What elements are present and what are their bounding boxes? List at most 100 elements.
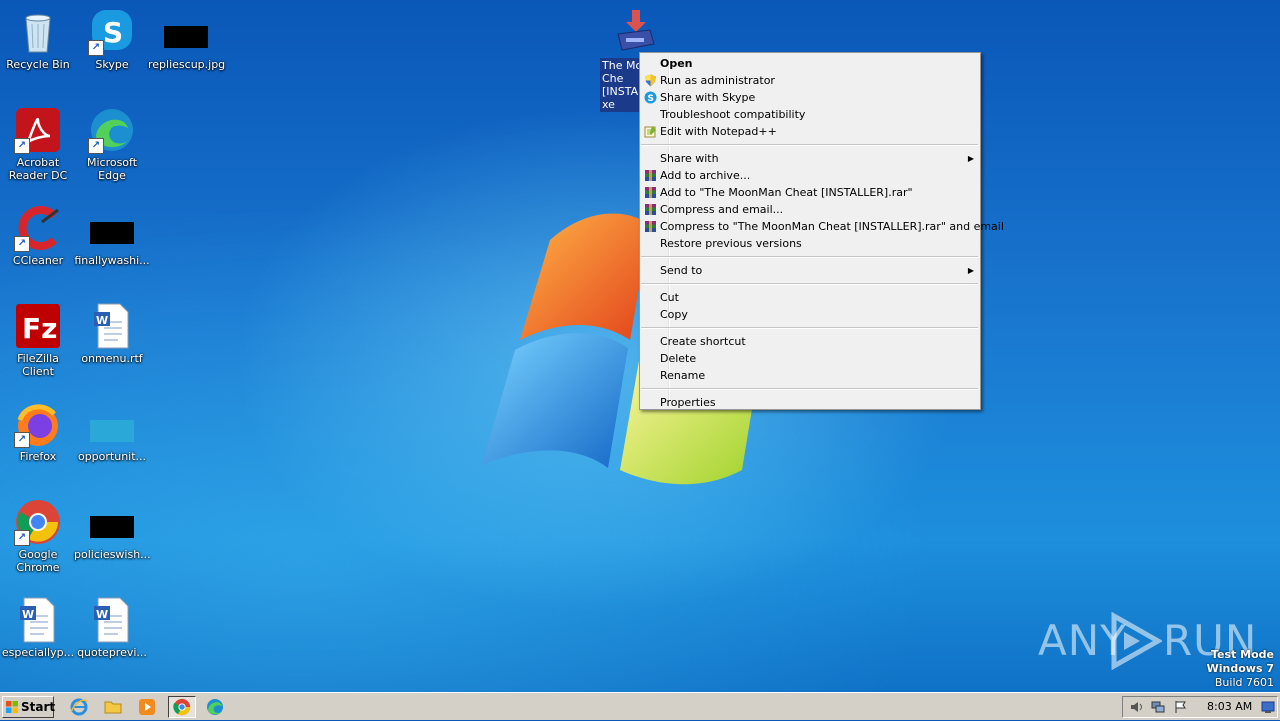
desktop-icon-repliescup[interactable]: repliescup.jpg — [148, 8, 226, 71]
desktop-icon-label: quoteprevi... — [77, 646, 147, 659]
system-tray: 8:03 AM — [1122, 696, 1278, 718]
file-explorer-icon — [104, 701, 122, 714]
desktop[interactable]: Recycle Bin ↗ Acrobat Reader DC ↗ CClean… — [0, 0, 1280, 692]
menu-item-create-shortcut[interactable]: Create shortcut — [640, 333, 980, 350]
menu-item-rename[interactable]: Rename — [640, 367, 980, 384]
desktop-icon-skype[interactable]: S ↗ Skype — [74, 8, 150, 71]
shortcut-arrow-icon: ↗ — [14, 530, 30, 546]
desktop-icon-recycle-bin[interactable]: Recycle Bin — [0, 8, 76, 71]
desktop-icon-especially[interactable]: W especiallyp... — [0, 596, 76, 659]
network-icon[interactable] — [1151, 700, 1165, 714]
start-button[interactable]: Start — [2, 696, 55, 718]
installer-icon — [612, 8, 660, 56]
menu-item-add-to-rar[interactable]: Add to "The MoonMan Cheat [INSTALLER].ra… — [640, 184, 980, 201]
svg-text:W: W — [96, 314, 108, 327]
desktop-icon-acrobat[interactable]: ↗ Acrobat Reader DC — [0, 106, 76, 182]
image-file-icon — [88, 400, 136, 448]
clock[interactable]: 8:03 AM — [1207, 697, 1252, 717]
svg-text:W: W — [22, 608, 34, 621]
shortcut-arrow-icon: ↗ — [14, 138, 30, 154]
taskbar-chrome[interactable] — [168, 696, 196, 718]
windows-flag-icon — [6, 701, 18, 713]
desktop-icon-label: Chrome — [16, 561, 60, 574]
menu-item-edit-with-notepad-plus-plus[interactable]: Edit with Notepad++ — [640, 123, 980, 140]
submenu-arrow-icon: ▶ — [967, 154, 974, 163]
desktop-icon-label: Acrobat — [16, 156, 60, 169]
shortcut-arrow-icon: ↗ — [88, 138, 104, 154]
menu-item-cut[interactable]: Cut — [640, 289, 980, 306]
menu-item-copy[interactable]: Copy — [640, 306, 980, 323]
word-document-icon: W — [88, 596, 136, 644]
menu-item-restore-previous-versions[interactable]: Restore previous versions — [640, 235, 980, 252]
shortcut-arrow-icon: ↗ — [88, 40, 104, 56]
svg-text:W: W — [96, 608, 108, 621]
chrome-icon: ↗ — [14, 498, 62, 546]
desktop-icon-label: finallywashi... — [74, 254, 150, 267]
winrar-icon — [644, 186, 657, 199]
menu-item-share-with[interactable]: Share with ▶ — [640, 150, 980, 167]
menu-item-add-to-archive[interactable]: Add to archive... — [640, 167, 980, 184]
test-mode-notice: Test Mode Windows 7 Build 7601 — [1206, 648, 1274, 689]
word-document-icon: W — [14, 596, 62, 644]
desktop-icon-label: opportunit... — [77, 450, 147, 463]
desktop-icon-finallywashi[interactable]: finallywashi... — [74, 204, 150, 267]
menu-item-open[interactable]: Open — [640, 55, 980, 72]
desktop-icon-policieswish[interactable]: policieswish... — [74, 498, 151, 561]
menu-item-run-as-administrator[interactable]: Run as administrator — [640, 72, 980, 89]
show-desktop-icon[interactable] — [1261, 700, 1275, 714]
desktop-icon-label: repliescup.jpg — [148, 58, 226, 71]
menu-item-properties[interactable]: Properties — [640, 394, 980, 411]
image-file-icon — [162, 8, 210, 56]
desktop-icon-label: onmenu.rtf — [81, 352, 143, 365]
desktop-icon-quoteprevi[interactable]: W quoteprevi... — [74, 596, 150, 659]
desktop-icon-microsoft-edge[interactable]: ↗ Microsoft Edge — [74, 106, 150, 182]
desktop-icon-onmenu[interactable]: W onmenu.rtf — [74, 302, 150, 365]
desktop-icon-label: FileZilla Client — [17, 352, 59, 378]
desktop-icon-label: Recycle Bin — [6, 58, 70, 71]
taskbar-edge[interactable] — [204, 696, 228, 718]
desktop-icon-google-chrome[interactable]: ↗ Google Chrome — [0, 498, 76, 574]
speaker-icon[interactable] — [1129, 700, 1143, 714]
svg-text:S: S — [648, 94, 654, 104]
desktop-icon-ccleaner[interactable]: ↗ CCleaner — [0, 204, 76, 267]
desktop-icon-label: Skype — [95, 58, 129, 71]
shortcut-arrow-icon: ↗ — [14, 432, 30, 448]
uac-shield-icon — [644, 74, 657, 87]
edge-icon — [207, 699, 223, 715]
winrar-icon — [644, 203, 657, 216]
submenu-arrow-icon: ▶ — [967, 266, 974, 275]
menu-item-compress-to-rar-and-email[interactable]: Compress to "The MoonMan Cheat [INSTALLE… — [640, 218, 1004, 235]
image-file-icon — [88, 498, 136, 546]
taskbar-internet-explorer[interactable] — [68, 696, 92, 718]
play-logo-icon — [1111, 612, 1162, 670]
skype-icon: S ↗ — [88, 8, 136, 56]
desktop-icon-filezilla[interactable]: Fz FileZilla Client — [0, 302, 76, 378]
acrobat-icon: ↗ — [14, 106, 62, 154]
firefox-icon: ↗ — [14, 400, 62, 448]
menu-item-delete[interactable]: Delete — [640, 350, 980, 367]
desktop-icon-label: Google — [18, 548, 58, 561]
taskbar: Start 8:03 AM — [0, 692, 1280, 720]
desktop-icon-firefox[interactable]: ↗ Firefox — [0, 400, 76, 463]
ccleaner-icon: ↗ — [14, 204, 62, 252]
desktop-icon-label: Reader DC — [8, 169, 68, 182]
desktop-icon-label: policieswish... — [74, 548, 151, 561]
taskbar-file-explorer[interactable] — [102, 696, 126, 718]
internet-explorer-icon — [70, 698, 88, 716]
menu-item-troubleshoot-compatibility[interactable]: Troubleshoot compatibility — [640, 106, 980, 123]
menu-item-share-with-skype[interactable]: S Share with Skype — [640, 89, 980, 106]
taskbar-media-player[interactable] — [136, 696, 160, 718]
action-center-flag-icon[interactable] — [1173, 700, 1187, 714]
desktop-icon-label: especiallyp... — [1, 646, 75, 659]
recycle-bin-icon — [14, 8, 62, 56]
menu-item-compress-and-email[interactable]: Compress and email... — [640, 201, 980, 218]
word-document-icon: W — [88, 302, 136, 350]
desktop-icon-label: Firefox — [19, 450, 57, 463]
menu-item-send-to[interactable]: Send to ▶ — [640, 262, 980, 279]
filezilla-icon: Fz — [14, 302, 62, 350]
notepad-plus-plus-icon — [644, 125, 657, 138]
image-file-icon — [88, 204, 136, 252]
menu-separator — [641, 388, 978, 390]
desktop-icon-opportunit[interactable]: opportunit... — [74, 400, 150, 463]
menu-separator — [641, 256, 978, 258]
